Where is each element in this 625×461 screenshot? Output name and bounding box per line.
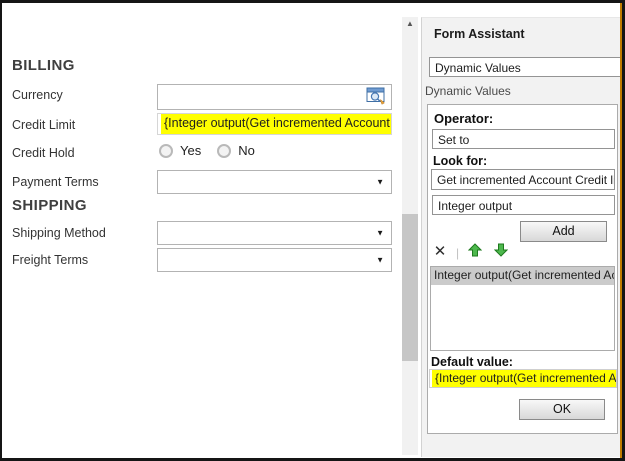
currency-lookup-button[interactable] (363, 87, 389, 107)
credit-hold-label: Credit Hold (12, 146, 75, 160)
credit-limit-label: Credit Limit (12, 118, 75, 132)
look-for-attribute-value: Integer output (438, 199, 512, 213)
look-for-entity-select[interactable]: Get incremented Account Credit limit (431, 169, 615, 190)
shipping-method-select[interactable]: ▼ (157, 221, 392, 245)
freight-terms-value (158, 253, 162, 267)
scroll-up-arrow-icon[interactable]: ▲ (402, 19, 418, 28)
default-value-field[interactable]: {Integer output(Get incremented Account … (429, 369, 617, 388)
move-down-icon (494, 243, 508, 262)
delete-icon: ✕ (434, 245, 447, 259)
default-value-text: {Integer output(Get incremented Account … (432, 370, 616, 387)
form-assistant-panel: Form Assistant Dynamic Values Dynamic Va… (421, 17, 620, 457)
credit-hold-yes-label: Yes (180, 143, 201, 158)
lookup-icon (366, 87, 387, 108)
freight-terms-select[interactable]: ▼ (157, 248, 392, 272)
default-value-label: Default value: (431, 355, 513, 369)
currency-label: Currency (12, 88, 63, 102)
chevron-down-icon: ▼ (376, 256, 384, 265)
look-for-label: Look for: (433, 154, 487, 168)
billing-section-header: BILLING (12, 57, 75, 74)
credit-hold-radio-group: Yes No (159, 143, 255, 158)
credit-hold-no-radio[interactable] (217, 144, 231, 158)
operator-select[interactable]: Set to (432, 129, 615, 149)
move-up-button[interactable] (466, 244, 484, 260)
currency-field[interactable] (157, 84, 392, 110)
shipping-section-header: SHIPPING (12, 197, 87, 214)
crm-form-editor-window: BILLING Currency Credit Limit {Integer o… (0, 0, 625, 461)
window-border-top (0, 0, 625, 3)
window-border-left (0, 0, 2, 461)
dynamic-values-listbox[interactable]: Integer output(Get incremented Account C… (430, 266, 615, 351)
list-item-selected[interactable]: Integer output(Get incremented Account C… (431, 267, 614, 285)
payment-terms-value (158, 175, 162, 189)
operator-label: Operator: (434, 111, 493, 126)
dynamic-values-groupbox: Operator: Set to Look for: Get increment… (427, 104, 618, 434)
chevron-down-icon: ▼ (376, 178, 384, 187)
delete-item-button[interactable]: ✕ (431, 244, 449, 260)
scrollbar-thumb[interactable] (402, 214, 418, 361)
credit-limit-field[interactable]: {Integer output(Get incremented Account … (157, 113, 392, 135)
add-button[interactable]: Add (520, 221, 607, 242)
look-for-attribute-select[interactable]: Integer output (432, 195, 615, 215)
payment-terms-select[interactable]: ▼ (157, 170, 392, 194)
currency-value (158, 90, 162, 104)
credit-limit-value: {Integer output(Get incremented Account … (161, 114, 391, 134)
move-up-icon (468, 243, 482, 262)
dynamic-values-section-label: Dynamic Values (425, 84, 511, 98)
credit-hold-yes-radio[interactable] (159, 144, 173, 158)
freight-terms-label: Freight Terms (12, 253, 88, 267)
shipping-method-label: Shipping Method (12, 226, 106, 240)
move-down-button[interactable] (492, 244, 510, 260)
tool-select-value: Dynamic Values (435, 61, 521, 75)
shipping-method-value (158, 226, 162, 240)
credit-hold-no-label: No (238, 143, 255, 158)
form-assistant-tool-select[interactable]: Dynamic Values (429, 57, 620, 77)
chevron-down-icon: ▼ (376, 229, 384, 238)
look-for-entity-value: Get incremented Account Credit limit (437, 173, 615, 187)
operator-value: Set to (438, 133, 469, 147)
form-assistant-title: Form Assistant (434, 27, 525, 41)
toolbar-separator: | (456, 246, 459, 260)
ok-button[interactable]: OK (519, 399, 605, 420)
payment-terms-label: Payment Terms (12, 175, 99, 189)
